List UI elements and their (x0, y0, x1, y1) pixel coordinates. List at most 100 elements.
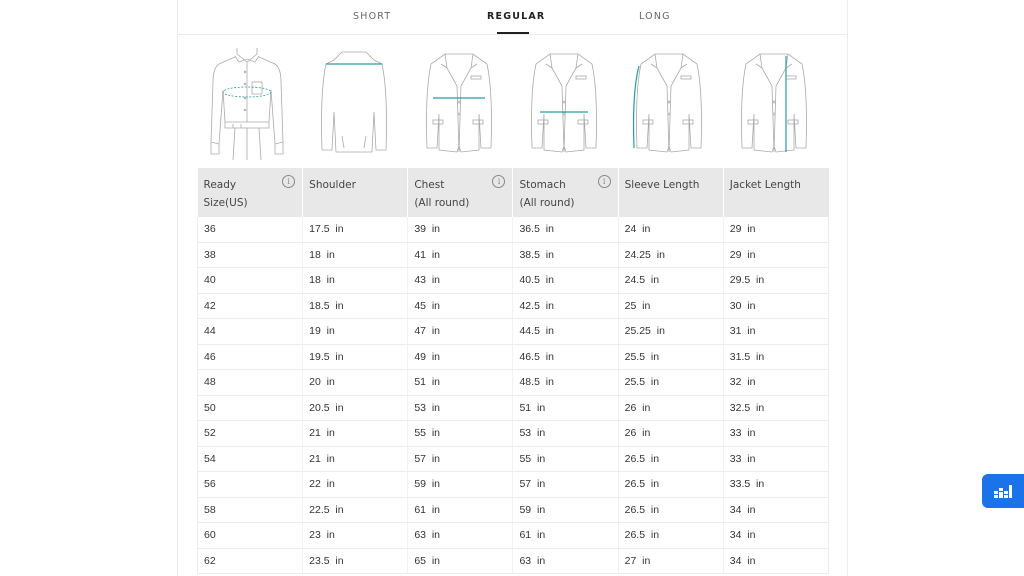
table-cell-shoulder: 18 in (302, 242, 409, 268)
table-cell-jacket-length: 33 in (723, 446, 830, 472)
table-cell-shoulder: 22 in (302, 471, 409, 498)
table-row: 42 18.5 in 45 in 42.5 in 25 in 30 in (196, 293, 830, 319)
table-cell-jacket-length: 31.5 in (723, 344, 830, 370)
table-cell-ready-size: 58 (196, 497, 304, 523)
table-cell-ready-size: 56 (196, 471, 304, 498)
table-cell-sleeve-length: 25.5 in (618, 344, 724, 370)
table-cell-stomach: 55 in (512, 446, 619, 472)
table-cell-jacket-length: 29 in (723, 242, 830, 268)
table-cell-stomach: 42.5 in (512, 293, 619, 319)
table-cell-ready-size: 50 (196, 395, 304, 421)
measurement-figures (197, 42, 828, 162)
table-cell-stomach: 57 in (512, 471, 619, 498)
table-row: 46 19.5 in 49 in 46.5 in 25.5 in 31.5 in (196, 344, 830, 370)
table-cell-ready-size: 42 (196, 293, 304, 319)
table-cell-shoulder: 18 in (302, 267, 409, 294)
table-cell-shoulder: 21 in (302, 420, 409, 447)
table-cell-stomach: 44.5 in (512, 318, 619, 345)
size-chart-table: Ready Size(US) i Shoulder Chest (All round) i S… (196, 168, 830, 574)
jacket-length-figure (722, 42, 827, 162)
table-cell-shoulder: 19 in (302, 318, 409, 345)
table-cell-chest: 59 in (407, 471, 514, 498)
table-cell-ready-size: 60 (196, 522, 304, 549)
chest-figure (407, 42, 512, 162)
shirt-chest-figure (197, 42, 302, 162)
stomach-figure (512, 42, 617, 162)
table-cell-ready-size: 44 (196, 318, 304, 345)
table-cell-shoulder: 23 in (302, 522, 409, 549)
table-cell-chest: 63 in (407, 522, 514, 549)
table-cell-stomach: 63 in (512, 548, 619, 574)
table-cell-shoulder: 22.5 in (302, 497, 409, 523)
table-cell-shoulder: 23.5 in (302, 548, 409, 574)
table-cell-sleeve-length: 26.5 in (618, 497, 724, 523)
table-cell-jacket-length: 33 in (723, 420, 830, 447)
table-row: 58 22.5 in 61 in 59 in 26.5 in 34 in (196, 497, 830, 523)
table-cell-chest: 61 in (407, 497, 514, 523)
info-icon[interactable]: i (597, 175, 611, 188)
table-row: 56 22 in 59 in 57 in 26.5 in 33.5 in (196, 471, 830, 498)
column-header-shoulder: Shoulder (302, 168, 409, 217)
table-cell-stomach: 51 in (512, 395, 619, 421)
table-cell-chest: 45 in (407, 293, 514, 319)
table-cell-chest: 57 in (407, 446, 514, 472)
column-header-label: Sleeve Length (624, 179, 700, 191)
column-header-jacket-length: Jacket Length (723, 168, 829, 217)
column-header-sublabel: Size(US) (203, 197, 248, 209)
table-cell-sleeve-length: 26.5 in (618, 471, 724, 498)
table-cell-jacket-length: 33.5 in (723, 471, 830, 498)
table-cell-sleeve-length: 26 in (618, 395, 724, 421)
table-cell-chest: 39 in (407, 217, 514, 243)
chart-widget-icon (994, 485, 1012, 498)
floating-widget-button[interactable] (982, 474, 1024, 508)
sleeve-length-figure (617, 42, 722, 162)
table-cell-sleeve-length: 26.5 in (618, 446, 724, 472)
table-cell-ready-size: 54 (196, 446, 304, 472)
tab-short[interactable]: SHORT (353, 11, 391, 22)
table-cell-chest: 55 in (407, 420, 514, 447)
table-cell-sleeve-length: 24 in (618, 217, 724, 243)
column-header-label: Shoulder (309, 179, 356, 191)
table-cell-chest: 53 in (407, 395, 514, 421)
column-header-sublabel: (All round) (519, 197, 575, 209)
table-cell-jacket-length: 32 in (723, 369, 830, 396)
table-cell-shoulder: 20.5 in (302, 395, 409, 421)
table-cell-stomach: 38.5 in (512, 242, 619, 268)
table-cell-stomach: 61 in (512, 522, 619, 549)
table-cell-stomach: 46.5 in (512, 344, 619, 370)
table-body: 36 17.5 in 39 in 36.5 in 24 in 29 in 38 18 in 41… (196, 217, 830, 574)
table-cell-ready-size: 52 (196, 420, 304, 447)
table-cell-ready-size: 36 (196, 217, 304, 243)
tab-long[interactable]: LONG (639, 11, 671, 22)
table-cell-shoulder: 20 in (302, 369, 409, 396)
shoulder-figure (302, 42, 407, 162)
table-cell-chest: 49 in (407, 344, 514, 370)
table-cell-shoulder: 18.5 in (302, 293, 409, 319)
table-cell-sleeve-length: 25.5 in (618, 369, 724, 396)
table-cell-stomach: 59 in (512, 497, 619, 523)
column-header-ready-size: Ready Size(US) i (197, 168, 304, 217)
table-cell-chest: 41 in (407, 242, 514, 268)
table-row: 54 21 in 57 in 55 in 26.5 in 33 in (196, 446, 830, 472)
table-cell-chest: 43 in (407, 267, 514, 294)
table-cell-ready-size: 62 (196, 548, 304, 574)
table-row: 48 20 in 51 in 48.5 in 25.5 in 32 in (196, 369, 830, 396)
table-row: 44 19 in 47 in 44.5 in 25.25 in 31 in (196, 318, 830, 345)
table-cell-jacket-length: 29.5 in (723, 267, 830, 294)
table-row: 36 17.5 in 39 in 36.5 in 24 in 29 in (196, 217, 830, 243)
table-cell-shoulder: 17.5 in (302, 217, 409, 243)
table-cell-jacket-length: 31 in (723, 318, 830, 345)
tab-regular[interactable]: REGULAR (487, 11, 545, 22)
column-header-sublabel: (All round) (414, 197, 470, 209)
table-cell-stomach: 48.5 in (512, 369, 619, 396)
table-cell-sleeve-length: 24.25 in (618, 242, 724, 268)
column-header-stomach: Stomach (All round) i (512, 168, 619, 217)
table-cell-ready-size: 38 (196, 242, 304, 268)
table-row: 38 18 in 41 in 38.5 in 24.25 in 29 in (196, 242, 830, 268)
table-cell-chest: 65 in (407, 548, 514, 574)
table-cell-jacket-length: 34 in (723, 497, 830, 523)
column-header-chest: Chest (All round) i (407, 168, 514, 217)
table-cell-sleeve-length: 24.5 in (618, 267, 724, 294)
table-cell-stomach: 53 in (512, 420, 619, 447)
size-chart-panel: SHORT REGULAR LONG Ready Size(US) i Shou… (177, 0, 848, 576)
